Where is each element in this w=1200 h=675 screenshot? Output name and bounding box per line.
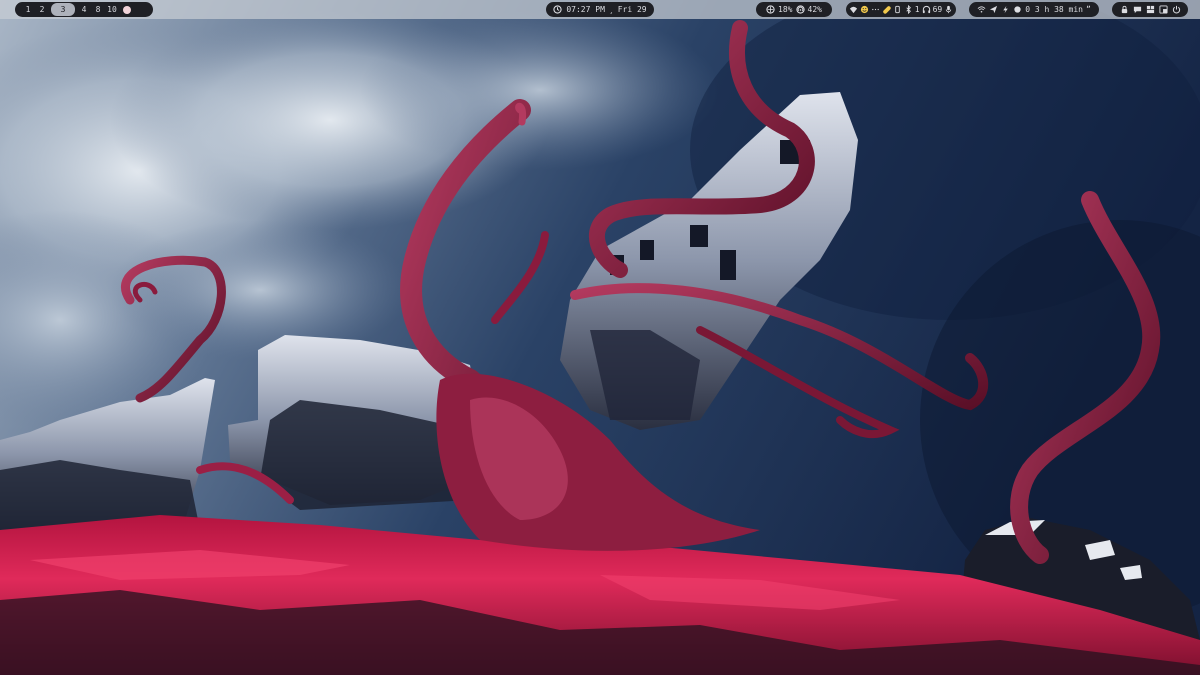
mic-icon [944,5,953,14]
clock-separator: ¸ [608,5,614,14]
media-widget[interactable]: 1 69 [846,2,956,17]
volume-level: 69 [932,5,943,14]
bolt-icon [1001,5,1010,14]
desktop: 1 2 3 4 8 10 07:27 PM ¸ Fri 29 18% 42% 1… [0,0,1200,675]
memory-icon [795,5,805,14]
system-tray [1112,2,1188,17]
pill-icon [882,5,891,14]
clock-icon [553,5,562,14]
emoji-icon [860,5,869,14]
clock-widget[interactable]: 07:27 PM ¸ Fri 29 [546,2,654,17]
send-icon [989,5,998,14]
headphones-icon [922,5,931,14]
uptime-text: 0 3 h 38 min [1025,5,1083,14]
screenshot-icon[interactable] [1158,5,1168,14]
device-icon [893,5,902,14]
wallpaper [0,0,1200,675]
workspace-2[interactable]: 2 [35,3,49,16]
memory-usage: 42% [807,5,822,14]
cpu-icon [766,5,775,14]
wifi-icon [977,5,986,14]
workspace-10[interactable]: 10 [105,3,119,16]
wifi-icon [849,5,858,14]
dots-icon [871,5,880,14]
bluetooth-count: 1 [914,5,920,14]
bluetooth-icon [904,5,913,14]
workspace-8[interactable]: 8 [91,3,105,16]
workspace-3-active[interactable]: 3 [51,3,75,16]
clock-time: 07:27 PM [566,5,605,14]
layout-icon[interactable] [1146,5,1155,14]
workspace-switcher: 1 2 3 4 8 10 [15,2,153,17]
workspace-4[interactable]: 4 [77,3,91,16]
network-widget[interactable]: 0 3 h 38 min ˮ [969,2,1099,17]
clock-date: Fri 29 [617,5,647,14]
workspace-1[interactable]: 1 [21,3,35,16]
top-bar: 1 2 3 4 8 10 07:27 PM ¸ Fri 29 18% 42% 1… [0,0,1200,19]
resource-monitor[interactable]: 18% 42% [756,2,832,17]
status-dot-icon[interactable] [123,5,131,14]
power-icon[interactable] [1172,5,1181,14]
lock-icon[interactable] [1120,5,1129,14]
uptime-suffix: ˮ [1085,5,1091,14]
chat-icon[interactable] [1133,5,1142,14]
cpu-usage: 18% [778,5,793,14]
battery-icon [1013,5,1022,14]
